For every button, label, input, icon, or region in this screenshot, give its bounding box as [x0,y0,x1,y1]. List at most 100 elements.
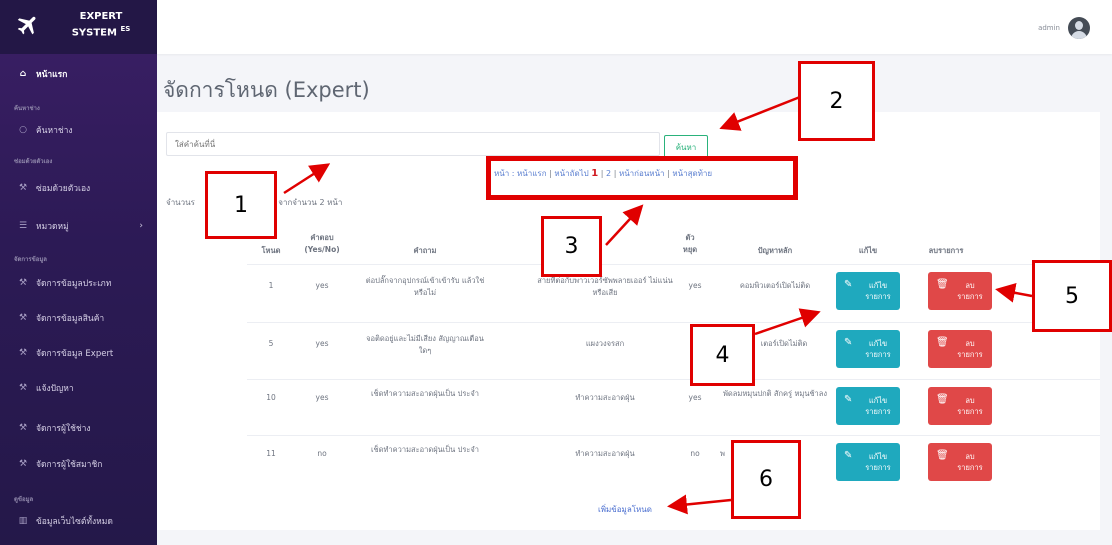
edit-button[interactable]: ✎ แก้ไข รายการ [836,443,900,481]
sidebar-item-label: จัดการผู้ใช้สมาชิก [36,460,103,470]
sidebar-item-manage-expert[interactable]: ⚒ จัดการข้อมูล Expert [0,340,157,366]
th-stop: ตัว หยุด [682,233,698,254]
wrench-icon: ⚒ [18,383,28,393]
delete-label: ลบ [965,339,975,348]
cell-answer: no [317,449,327,458]
edit-label: แก้ไข [868,452,888,461]
avatar[interactable] [1068,17,1090,39]
trash-icon: 🗑 [936,279,949,290]
list-icon: ☰ [18,221,28,231]
cell-node: 1 [268,281,274,290]
edit-label: แก้ไข [868,339,888,348]
trash-icon: 🗑 [936,450,949,461]
sidebar-item-home[interactable]: ⌂ หน้าแรก [0,61,157,87]
sidebar-item-manage-product[interactable]: ⚒ จัดการข้อมูลสินค้า [0,305,157,331]
cell-solution: ทำความสะอาดฝุ่น [575,449,635,458]
sidebar-item-category[interactable]: ☰ หมวดหมู่ › [0,213,157,239]
sidebar-item-manage-technician[interactable]: ⚒ จัดการผู้ใช้ช่าง [0,415,157,441]
trash-icon: 🗑 [936,394,949,405]
search-input[interactable] [166,132,660,156]
edit-label: รายการ [865,463,891,472]
user-icon-head [1075,21,1083,30]
sidebar-item-label: ซ่อมด้วยตัวเอง [36,184,91,194]
pencil-icon: ✎ [844,394,853,405]
sidebar-section-view: ดูข้อมูล [14,496,34,503]
edit-button[interactable]: ✎ แก้ไข รายการ [836,272,900,310]
sidebar-section-search: ค้นหาช่าง [14,105,40,112]
delete-label: รายการ [957,463,983,472]
divider [247,435,1100,436]
cell-answer: yes [315,339,329,348]
delete-label: ลบ [965,396,975,405]
th-delete: ลบรายการ [928,246,964,255]
divider [247,379,1100,380]
edit-label: แก้ไข [868,396,888,405]
cell-stop: yes [688,393,702,402]
sidebar-item-label: จัดการข้อมูล Expert [36,349,114,359]
sidebar-section-manage: จัดการข้อมูล [14,256,47,263]
wrench-icon: ⚒ [18,278,28,288]
user-name[interactable]: admin [1038,24,1060,32]
brand-logo[interactable]: EXPERT SYSTEM ES [0,0,157,54]
search-icon: ○ [19,125,27,135]
delete-button[interactable]: 🗑 ลบรายการ [928,443,992,481]
sidebar-item-manage-type[interactable]: ⚒ จัดการข้อมูลประเภท [0,270,157,296]
sidebar-item-manage-member[interactable]: ⚒ จัดการผู้ใช้สมาชิก [0,451,157,477]
th-problem: ปัญหาหลัก [757,246,793,255]
delete-button[interactable]: 🗑 ลบรายการ [928,330,992,368]
th-question: คำถาม [413,246,437,255]
edit-label: รายการ [865,292,891,301]
cell-node: 5 [268,339,274,348]
delete-button[interactable]: 🗑 ลบ รายการ [928,272,992,310]
chevron-right-icon: › [139,221,143,231]
annotation-label: 5 [1032,260,1112,332]
delete-button[interactable]: 🗑 ลบรายการ [928,387,992,425]
pencil-icon: ✎ [844,337,853,348]
sidebar-item-report-problem[interactable]: ⚒ แจ้งปัญหา [0,375,157,401]
divider [247,264,1100,265]
wrench-icon: ⚒ [18,313,28,323]
cell-question: จอติดอยู่และไม่มีเสียง สัญญาณเตือนใดๆ [366,334,484,355]
user-icon-body [1071,31,1087,39]
delete-label: รายการ [957,350,983,359]
trash-icon: 🗑 [936,337,949,348]
sidebar-item-self-repair[interactable]: ⚒ ซ่อมด้วยตัวเอง [0,175,157,201]
annotation-highlight-pager [486,156,798,200]
delete-label: ลบ [965,452,975,461]
edit-button[interactable]: ✎ แก้ไขรายการ [836,330,900,368]
cell-problem: คอมพิวเตอร์เปิดไม่ติด [739,281,811,290]
annotation-label: 3 [541,216,602,277]
sidebar-item-label: จัดการข้อมูลประเภท [36,279,112,289]
page-title: จัดการโหนด (Expert) [163,78,370,102]
cell-question: เช็ดทำความสะอาดฝุ่นเป็น ประจำ [370,389,480,398]
sidebar-item-label: จัดการผู้ใช้ช่าง [36,424,91,434]
annotation-label: 2 [798,61,875,141]
edit-button[interactable]: ✎ แก้ไขรายการ [836,387,900,425]
topbar: admin [157,0,1112,54]
sidebar-section-self-repair: ซ่อมด้วยตัวเอง [14,158,53,165]
cell-solution: ทำความสะอาดฝุ่น [575,393,635,402]
th-answer: คำตอบ (Yes/No) [304,233,340,254]
sidebar: EXPERT SYSTEM ES ⌂ หน้าแรก ค้นหาช่าง ○ ค… [0,0,157,545]
cell-question: เช็ดทำความสะอาดฝุ่นเป็น ประจำ [370,445,480,454]
add-node-link[interactable]: เพิ่มข้อมูลโหนด [598,503,652,516]
cell-question: ต่อปลั๊กจากอุปกรณ์เข้าเข้ารับ แล้วใช่หรื… [365,276,485,297]
edit-label: รายการ [865,350,891,359]
sidebar-item-label: หมวดหมู่ [36,222,69,232]
th-node: โหนด [261,246,281,255]
annotation-label: 6 [731,440,801,519]
sidebar-item-label: จัดการข้อมูลสินค้า [36,314,105,324]
cell-problem: พัดลมหมุนปกติ สักครู่ หมุนช้าลง [722,389,828,398]
delete-label: รายการ [957,407,983,416]
edit-label: แก้ไข [868,281,888,290]
cell-answer: yes [315,281,329,290]
edit-label: รายการ [865,407,891,416]
sidebar-item-site-data[interactable]: ▥ ข้อมูลเว็บไซต์ทั้งหมด [0,508,157,534]
th-edit: แก้ไข [858,246,878,255]
annotation-label: 4 [690,324,755,386]
cell-stop: yes [688,281,702,290]
cell-solution: แผงวงจรสก [585,339,625,348]
chart-icon: ▥ [18,516,28,526]
sidebar-item-find-technician[interactable]: ○ ค้นหาช่าง [0,117,157,143]
sidebar-item-label: ค้นหาช่าง [36,126,73,136]
